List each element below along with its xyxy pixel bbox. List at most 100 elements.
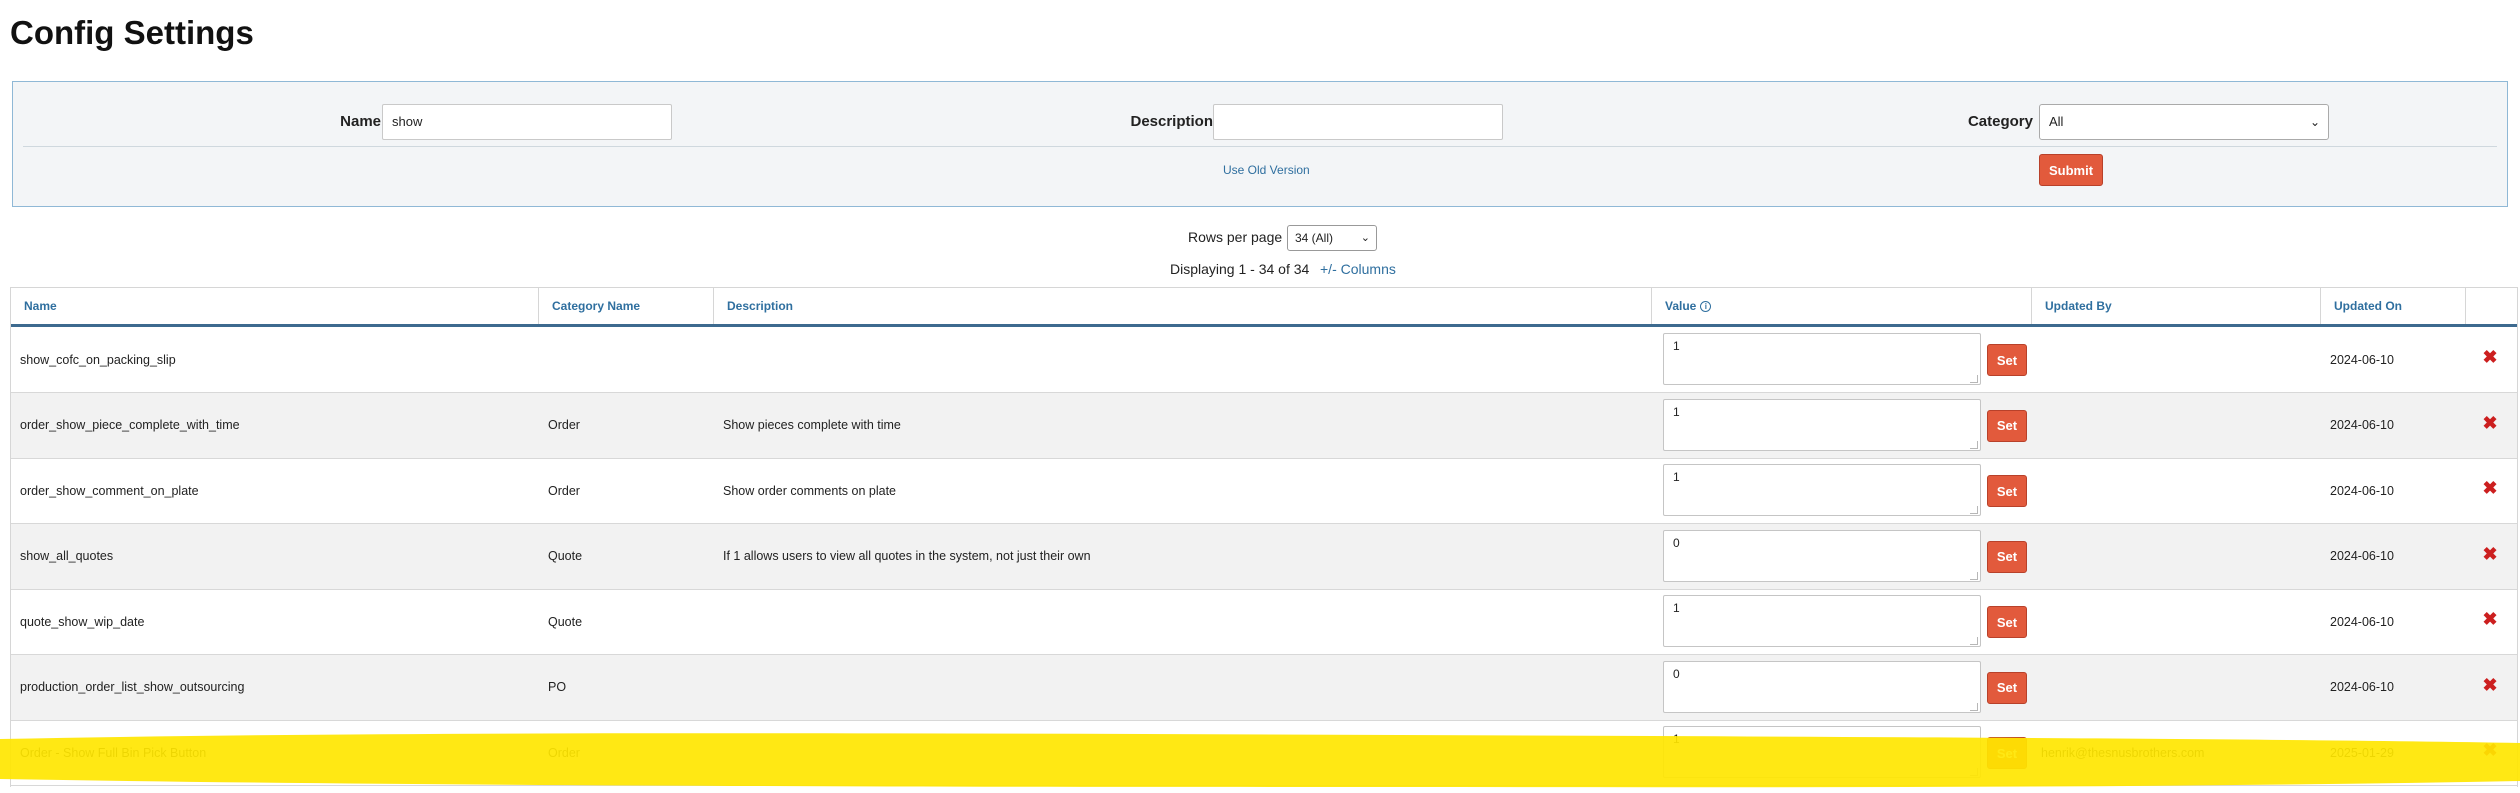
table-row: quote_show_wip_date Quote 1 Set 2024-06-… (11, 589, 2517, 655)
cell-updated-by (2032, 327, 2321, 392)
header-actions (2466, 288, 2519, 324)
value-text: 0 (1673, 666, 1680, 681)
table-header: Name Category Name Description Value i Up… (11, 288, 2517, 327)
cell-updated-on: 2024-06-10 (2330, 614, 2394, 629)
chevron-down-icon: ⌄ (1360, 232, 1370, 244)
resize-grip-icon[interactable] (1970, 506, 1978, 514)
submit-button[interactable]: Submit (2039, 154, 2103, 186)
filter-divider (23, 146, 2497, 147)
value-text: 0 (1673, 535, 1680, 550)
cell-updated-on: 2024-06-10 (2330, 549, 2394, 563)
header-name[interactable]: Name (11, 288, 539, 324)
cell-description (714, 720, 1652, 785)
cell-description (714, 655, 1652, 720)
cell-name: quote_show_wip_date (20, 614, 145, 629)
header-updated-by[interactable]: Updated By (2032, 288, 2321, 324)
delete-x-icon[interactable]: ✖ (2481, 414, 2499, 432)
cell-category: Quote (548, 549, 583, 563)
delete-x-icon[interactable]: ✖ (2481, 479, 2499, 497)
value-input[interactable]: 1 (1663, 464, 1981, 516)
value-input[interactable]: 1 (1663, 333, 1981, 385)
header-value-label: Value (1665, 299, 1697, 313)
table-row: order_show_comment_on_plate Order Show o… (11, 458, 2517, 524)
set-button[interactable]: Set (1987, 540, 2027, 573)
cell-description (714, 327, 1652, 392)
cell-category (539, 327, 714, 392)
chevron-down-icon: ⌄ (2309, 115, 2320, 129)
cell-category: Order (548, 745, 580, 760)
table-row: show_cofc_on_packing_slip 1 Set 2024-06-… (11, 327, 2517, 393)
set-button[interactable]: Set (1987, 737, 2027, 769)
name-filter-label: Name (340, 113, 381, 130)
set-button[interactable]: Set (1987, 475, 2027, 507)
cell-category: Quote (548, 614, 583, 629)
delete-x-icon[interactable]: ✖ (2481, 676, 2499, 694)
cell-updated-by: henrik@thesnusbrothers.com (2041, 745, 2205, 760)
value-text: 1 (1673, 339, 1680, 353)
rows-per-page-select[interactable]: 34 (All) ⌄ (1287, 225, 1377, 251)
name-filter-input[interactable]: show (382, 104, 672, 140)
delete-x-icon[interactable]: ✖ (2481, 741, 2499, 759)
cell-name: order_show_comment_on_plate (20, 483, 199, 498)
config-table: Name Category Name Description Value i Up… (10, 287, 2518, 787)
cell-name: show_cofc_on_packing_slip (20, 352, 176, 367)
value-input[interactable]: 0 (1663, 529, 1981, 582)
cell-description: Show pieces complete with time (723, 418, 901, 432)
value-input[interactable]: 1 (1663, 595, 1981, 647)
cell-name: Order - Show Full Bin Pick Button (20, 745, 207, 760)
set-button[interactable]: Set (1987, 344, 2027, 376)
category-selected-value: All (2049, 114, 2064, 129)
cell-name: show_all_quotes (20, 549, 114, 563)
resize-grip-icon[interactable] (1970, 637, 1978, 645)
set-button[interactable]: Set (1987, 606, 2027, 638)
resize-grip-icon[interactable] (1970, 768, 1978, 776)
header-value[interactable]: Value i (1652, 288, 2032, 324)
cell-updated-by (2032, 524, 2321, 589)
header-updated-on[interactable]: Updated On (2321, 288, 2466, 324)
info-icon[interactable]: i (1700, 301, 1712, 312)
rows-per-page-label: Rows per page (1188, 229, 1283, 245)
cell-description (714, 589, 1652, 654)
filter-panel: Name show Description Category All ⌄ Use… (12, 81, 2508, 207)
delete-x-icon[interactable]: ✖ (2481, 348, 2499, 366)
value-text: 1 (1673, 404, 1680, 419)
cell-updated-on: 2024-06-10 (2330, 680, 2394, 694)
cell-updated-on: 2025-01-29 (2330, 745, 2394, 760)
table-row: production_order_list_show_outsourcing P… (11, 654, 2517, 721)
table-row: Order - Show Full Bin Pick Button Order … (11, 720, 2517, 786)
resize-grip-icon[interactable] (1970, 571, 1978, 580)
category-filter-select[interactable]: All ⌄ (2039, 104, 2329, 140)
delete-x-icon[interactable]: ✖ (2481, 610, 2499, 628)
table-row: show_all_quotes Quote If 1 allows users … (11, 523, 2517, 590)
description-filter-label: Description (1130, 113, 1213, 130)
cell-name: order_show_piece_complete_with_time (20, 418, 240, 432)
cell-category: Order (548, 418, 580, 432)
header-category[interactable]: Category Name (539, 288, 714, 324)
value-text: 1 (1673, 601, 1680, 615)
cell-name: production_order_list_show_outsourcing (20, 680, 245, 694)
columns-toggle-link[interactable]: +/- Columns (1320, 261, 1396, 277)
value-input[interactable]: 1 (1663, 726, 1981, 778)
resize-grip-icon[interactable] (1970, 440, 1978, 449)
value-text: 1 (1673, 732, 1680, 746)
set-button[interactable]: Set (1987, 671, 2027, 704)
value-text: 1 (1673, 470, 1680, 484)
rows-per-page-value: 34 (All) (1295, 231, 1334, 245)
cell-updated-by (2032, 458, 2321, 523)
value-input[interactable]: 0 (1663, 660, 1981, 713)
table-row: order_show_piece_complete_with_time Orde… (11, 392, 2517, 459)
value-input[interactable]: 1 (1663, 398, 1981, 451)
description-filter-input[interactable] (1213, 104, 1503, 140)
header-description[interactable]: Description (714, 288, 1652, 324)
resize-grip-icon[interactable] (1970, 375, 1978, 383)
cell-updated-by (2032, 393, 2321, 458)
page-title: Config Settings (10, 14, 254, 51)
resize-grip-icon[interactable] (1970, 702, 1978, 711)
set-button[interactable]: Set (1987, 409, 2027, 442)
cell-updated-on: 2024-06-10 (2330, 352, 2394, 367)
cell-description: If 1 allows users to view all quotes in … (723, 549, 1091, 563)
use-old-version-link[interactable]: Use Old Version (1223, 163, 1310, 177)
delete-x-icon[interactable]: ✖ (2481, 545, 2499, 563)
display-count: Displaying 1 - 34 of 34 (1170, 261, 1310, 277)
cell-category: Order (548, 483, 580, 498)
